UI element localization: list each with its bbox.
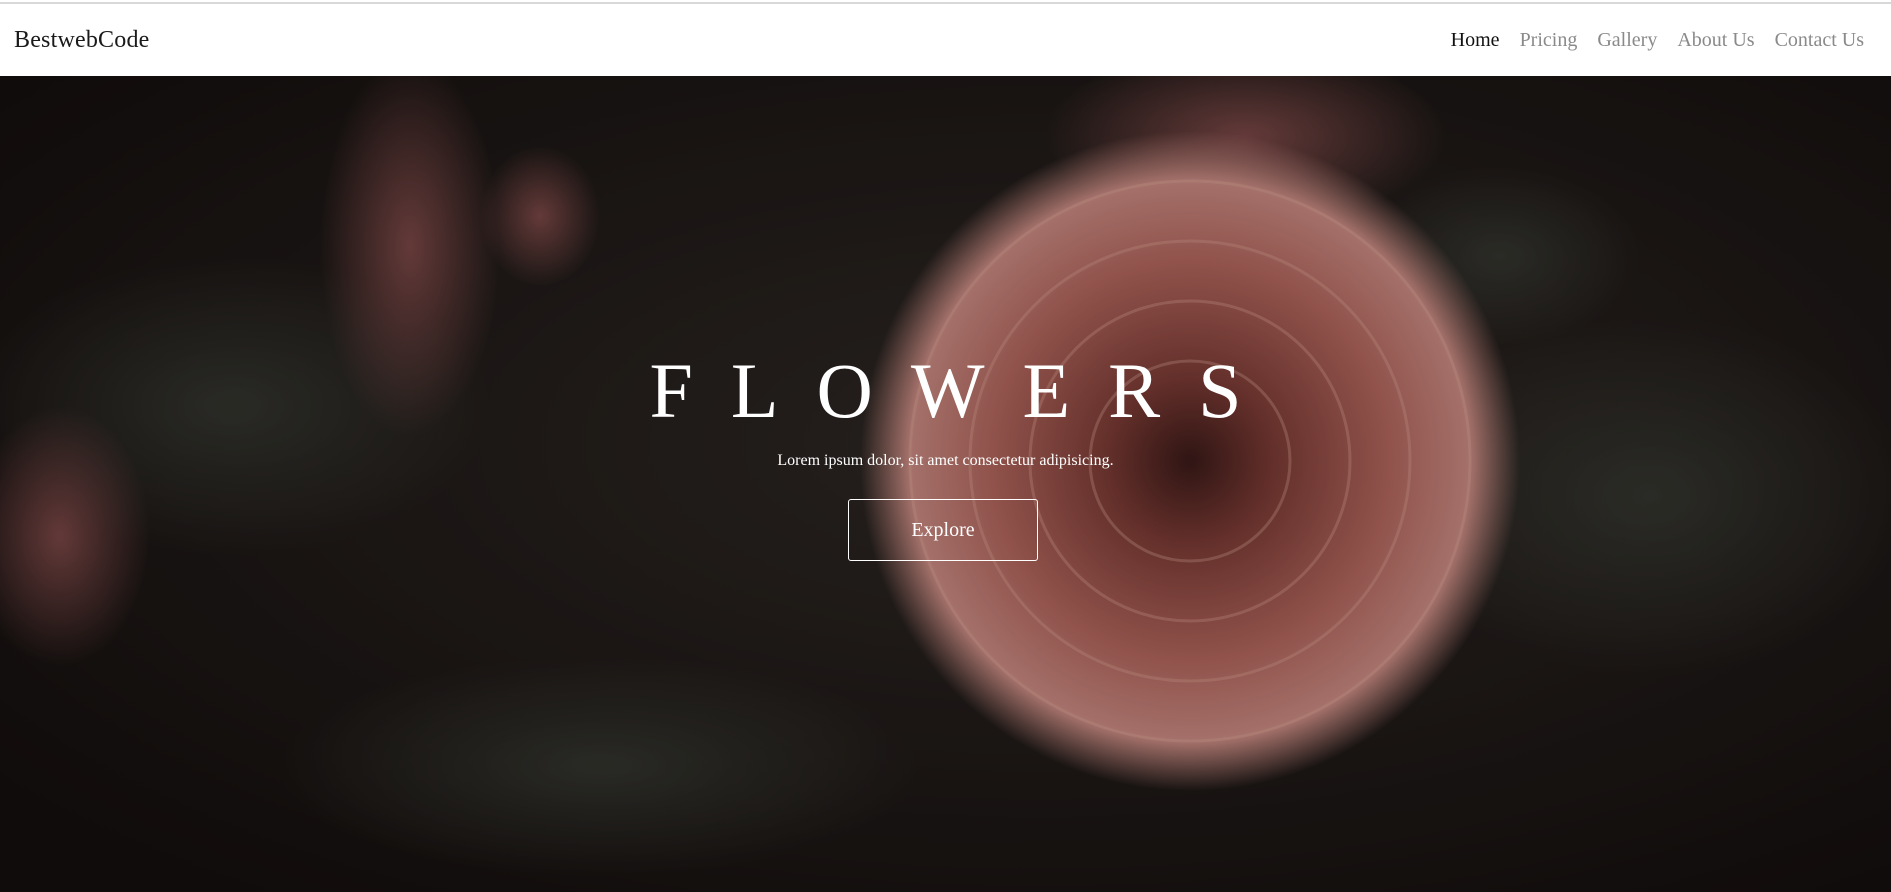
hero-content: FLOWERS Lorem ipsum dolor, sit amet cons…: [0, 76, 1891, 892]
navbar: BestwebCode Home Pricing Gallery About U…: [0, 5, 1891, 76]
explore-button[interactable]: Explore: [848, 499, 1038, 561]
nav-link-gallery[interactable]: Gallery: [1597, 29, 1657, 52]
nav-link-contact-us[interactable]: Contact Us: [1775, 29, 1864, 52]
nav-link-home[interactable]: Home: [1451, 29, 1500, 52]
top-border: [0, 0, 1891, 4]
nav-link-about-us[interactable]: About Us: [1677, 29, 1754, 52]
hero-section: FLOWERS Lorem ipsum dolor, sit amet cons…: [0, 76, 1891, 892]
hero-subtitle: Lorem ipsum dolor, sit amet consectetur …: [777, 452, 1114, 469]
nav-links: Home Pricing Gallery About Us Contact Us: [1451, 29, 1864, 52]
nav-link-pricing[interactable]: Pricing: [1520, 29, 1578, 52]
hero-title: FLOWERS: [649, 347, 1280, 434]
brand-logo[interactable]: BestwebCode: [14, 27, 150, 54]
